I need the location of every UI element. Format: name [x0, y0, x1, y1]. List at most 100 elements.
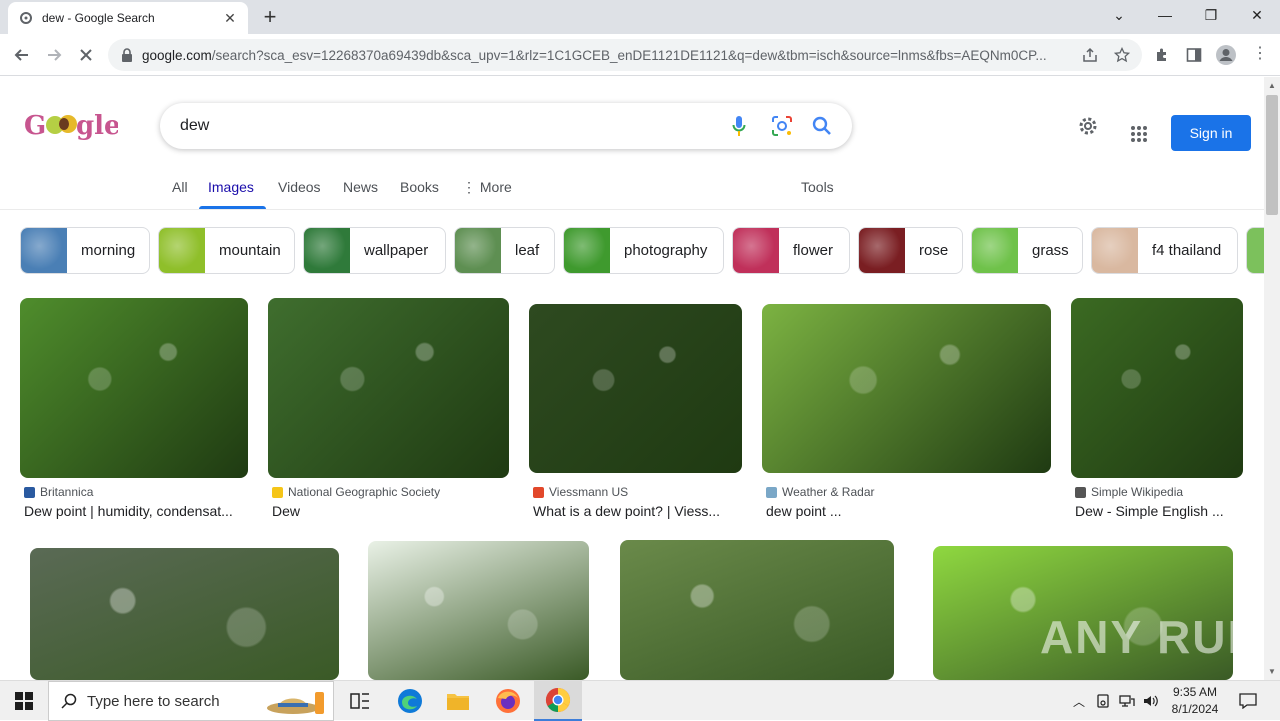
chip-label: grass	[1032, 242, 1069, 259]
firefox-icon	[496, 689, 520, 713]
page-scrollbar[interactable]: ▲ ▼	[1264, 77, 1280, 680]
google-apps-grid-icon[interactable]	[1130, 125, 1148, 143]
image-result[interactable]	[30, 548, 339, 680]
start-button[interactable]	[0, 681, 48, 721]
taskbar-file-explorer[interactable]	[434, 681, 482, 721]
stop-loading-button[interactable]	[73, 42, 99, 68]
voice-search-icon[interactable]	[728, 115, 750, 137]
chip-label: morning	[81, 242, 136, 259]
tab-images[interactable]: Images	[208, 179, 254, 195]
tab-books[interactable]: Books	[400, 179, 439, 195]
related-search-chip[interactable]: morning	[20, 227, 150, 274]
image-result[interactable]	[620, 540, 894, 680]
search-input[interactable]	[180, 117, 700, 135]
taskbar-edge[interactable]	[386, 681, 434, 721]
result-image[interactable]	[762, 304, 1051, 473]
svg-text:gle: gle	[76, 111, 118, 141]
result-source[interactable]: Simple Wikipedia	[1075, 485, 1183, 499]
scroll-down-icon[interactable]: ▼	[1268, 667, 1276, 676]
related-search-chip[interactable]: f4 thailand	[1091, 227, 1238, 274]
restore-button[interactable]: ❐	[1188, 0, 1234, 30]
url-text: google.com/search?sca_esv=12268370a69439…	[142, 48, 1072, 63]
tray-device-icon[interactable]	[1092, 681, 1114, 721]
chip-thumbnail	[21, 228, 67, 273]
bookmark-star-icon[interactable]	[1114, 47, 1130, 63]
share-icon[interactable]	[1082, 47, 1098, 63]
result-source[interactable]: Weather & Radar	[766, 485, 875, 499]
result-image[interactable]	[20, 298, 248, 478]
result-image[interactable]	[268, 298, 509, 478]
chip-thumbnail	[859, 228, 905, 273]
chip-thumbnail	[304, 228, 350, 273]
result-image[interactable]	[1071, 298, 1243, 478]
tab-more[interactable]: ⋮ More	[462, 179, 512, 196]
result-title[interactable]: Dew - Simple English ...	[1075, 503, 1224, 519]
result-source-name: Simple Wikipedia	[1091, 485, 1184, 499]
profile-avatar-icon[interactable]	[1215, 44, 1237, 66]
chrome-icon	[545, 688, 571, 712]
result-source-name: National Geographic Society	[288, 485, 441, 499]
volume-icon[interactable]	[1140, 681, 1162, 721]
lens-search-icon[interactable]	[771, 115, 793, 137]
result-source[interactable]: National Geographic Society	[272, 485, 440, 499]
image-result[interactable]	[368, 541, 589, 680]
chip-label: rose	[919, 242, 949, 259]
result-title[interactable]: Dew point | humidity, condensat...	[24, 503, 233, 519]
result-source[interactable]: Britannica	[24, 485, 93, 499]
browser-tab[interactable]: dew - Google Search ✕	[8, 2, 248, 34]
related-search-chip[interactable]: photography	[563, 227, 724, 274]
related-search-chip-overflow[interactable]	[1246, 227, 1264, 274]
network-icon[interactable]	[1116, 681, 1138, 721]
url-host: google.com	[142, 47, 212, 63]
clock-date: 8/1/2024	[1171, 702, 1219, 716]
more-dots-icon: ⋮	[462, 179, 480, 195]
close-window-button[interactable]: ✕	[1234, 0, 1280, 30]
result-title[interactable]: Dew	[272, 503, 300, 519]
taskbar-chrome[interactable]	[534, 681, 582, 721]
search-submit-icon[interactable]	[811, 115, 833, 137]
active-tab-indicator	[199, 206, 266, 209]
address-bar[interactable]: google.com/search?sca_esv=12268370a69439…	[108, 39, 1142, 71]
tab-search-chevron-icon[interactable]: ⌄	[1096, 0, 1142, 30]
tray-overflow-chevron-icon[interactable]: ︿	[1068, 681, 1090, 721]
forward-button[interactable]	[41, 42, 67, 68]
minimize-button[interactable]: —	[1142, 0, 1188, 30]
tools-button[interactable]: Tools	[801, 179, 834, 195]
source-favicon-icon	[1075, 486, 1086, 498]
tab-videos[interactable]: Videos	[278, 179, 321, 195]
source-favicon-icon	[533, 486, 544, 498]
search-icon	[61, 693, 77, 709]
related-search-chip[interactable]: mountain	[158, 227, 295, 274]
taskbar-search-box[interactable]: Type here to search	[48, 681, 334, 721]
tab-close-icon[interactable]: ✕	[222, 10, 238, 27]
search-tabs: All Images Videos News Books ⋮ More Tool…	[0, 170, 1264, 210]
taskbar-firefox[interactable]	[484, 681, 532, 721]
new-tab-button[interactable]: +	[258, 4, 282, 30]
sign-in-button[interactable]: Sign in	[1171, 115, 1251, 151]
result-title[interactable]: dew point ...	[766, 503, 842, 519]
tab-all[interactable]: All	[172, 179, 188, 195]
settings-gear-icon[interactable]	[1077, 115, 1099, 137]
scrollbar-thumb[interactable]	[1266, 95, 1278, 215]
related-search-chip[interactable]: rose	[858, 227, 963, 274]
related-search-chip[interactable]: wallpaper	[303, 227, 446, 274]
scroll-up-icon[interactable]: ▲	[1268, 81, 1276, 90]
taskbar-clock[interactable]: 9:35 AM 8/1/2024	[1160, 684, 1230, 718]
source-favicon-icon	[766, 486, 777, 498]
task-view-button[interactable]	[336, 681, 384, 721]
result-source[interactable]: Viessmann US	[533, 485, 628, 499]
related-search-chip[interactable]: leaf	[454, 227, 555, 274]
result-title[interactable]: What is a dew point? | Viess...	[533, 503, 720, 519]
notification-center-button[interactable]	[1234, 681, 1262, 721]
tab-news[interactable]: News	[343, 179, 378, 195]
chip-thumbnail	[1092, 228, 1138, 273]
browser-menu-icon[interactable]: ⋮	[1252, 44, 1268, 64]
extensions-puzzle-icon[interactable]	[1154, 47, 1170, 63]
related-search-chip[interactable]: grass	[971, 227, 1083, 274]
chip-thumbnail	[733, 228, 779, 273]
google-logo[interactable]: G gle	[24, 108, 118, 142]
result-image[interactable]	[529, 304, 742, 473]
related-search-chip[interactable]: flower	[732, 227, 850, 274]
side-panel-icon[interactable]	[1186, 47, 1202, 63]
back-button[interactable]	[9, 42, 35, 68]
